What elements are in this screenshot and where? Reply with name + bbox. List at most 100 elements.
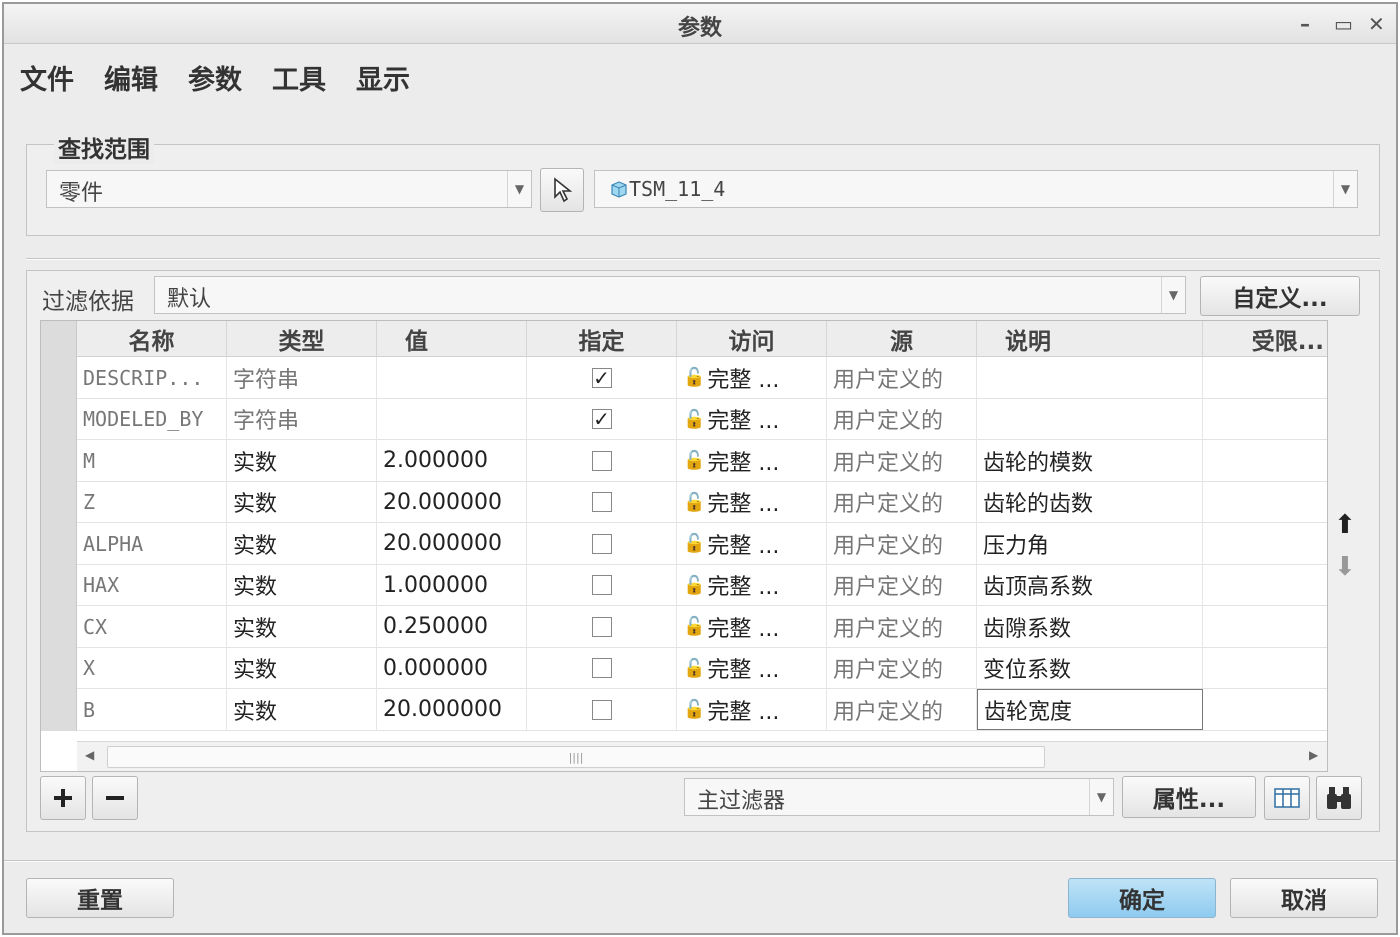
table-row[interactable]: X 实数 0.000000 🔓 完整 ... 用户定义的 变位系数 <box>77 647 1327 689</box>
cell-access[interactable]: 🔓 完整 ... <box>677 564 827 606</box>
table-row[interactable]: M 实数 2.000000 🔓 完整 ... 用户定义的 齿轮的模数 <box>77 440 1327 482</box>
reset-button[interactable]: 重置 <box>26 878 174 918</box>
table-row[interactable]: Z 实数 20.000000 🔓 完整 ... 用户定义的 齿轮的齿数 <box>77 481 1327 523</box>
cell-access[interactable]: 🔓 完整 ... <box>677 523 827 564</box>
cell-description[interactable]: 齿顶高系数 <box>977 564 1203 606</box>
cell-restricted[interactable] <box>1203 482 1327 523</box>
cell-name[interactable]: CX <box>77 606 227 647</box>
filter-select[interactable]: 默认 ▼ <box>154 276 1186 314</box>
horizontal-scrollbar[interactable]: ◀ |||| ▶ <box>77 741 1327 771</box>
menu-show[interactable]: 显示 <box>356 58 410 97</box>
cell-value[interactable] <box>377 357 527 398</box>
column-header-name[interactable]: 名称 <box>77 321 227 357</box>
column-header-source[interactable]: 源 <box>827 321 977 357</box>
cell-name[interactable]: B <box>77 689 227 730</box>
cell-restricted[interactable] <box>1203 440 1327 481</box>
column-header-restricted[interactable]: 受限... <box>1203 321 1327 357</box>
cell-value[interactable]: 1.000000 <box>377 564 527 606</box>
cell-access[interactable]: 🔓 完整 ... <box>677 689 827 730</box>
minimize-icon[interactable]: – <box>1300 12 1310 36</box>
cell-access[interactable]: 🔓 完整 ... <box>677 398 827 440</box>
designate-checkbox[interactable] <box>591 492 612 512</box>
cell-name[interactable]: M <box>77 440 227 481</box>
table-row[interactable]: HAX 实数 1.000000 🔓 完整 ... 用户定义的 齿顶高系数 <box>77 564 1327 606</box>
cancel-button[interactable]: 取消 <box>1230 878 1378 918</box>
menu-edit[interactable]: 编辑 <box>104 58 158 97</box>
cell-name[interactable]: Z <box>77 481 227 523</box>
scroll-right-icon[interactable]: ▶ <box>1309 748 1318 762</box>
add-parameter-button[interactable] <box>40 776 86 820</box>
cell-name[interactable]: X <box>77 647 227 689</box>
cell-access[interactable]: 🔓 完整 ... <box>677 357 827 398</box>
cell-name[interactable]: DESCRIP... <box>77 357 227 398</box>
cell-type[interactable]: 实数 <box>227 564 377 606</box>
table-row[interactable]: B 实数 20.000000 🔓 完整 ... 用户定义的 齿轮宽度 <box>77 689 1327 731</box>
cell-type[interactable]: 实数 <box>227 606 377 647</box>
designate-checkbox[interactable] <box>591 699 612 720</box>
menu-tools[interactable]: 工具 <box>272 58 326 97</box>
table-row[interactable]: DESCRIP... 字符串 ✓ 🔓 完整 ... 用户定义的 <box>77 357 1327 399</box>
cell-type[interactable]: 字符串 <box>227 357 377 398</box>
cell-type[interactable]: 实数 <box>227 689 377 730</box>
column-header-value[interactable]: 值 <box>377 321 527 357</box>
cell-access[interactable]: 🔓 完整 ... <box>677 481 827 523</box>
table-row[interactable]: CX 实数 0.250000 🔓 完整 ... 用户定义的 齿隙系数 <box>77 606 1327 648</box>
column-header-description[interactable]: 说明 <box>977 321 1203 357</box>
cell-description[interactable]: 变位系数 <box>977 647 1203 689</box>
cell-description[interactable]: 齿轮的齿数 <box>977 481 1203 523</box>
cell-value[interactable]: 20.000000 <box>377 481 527 523</box>
cell-type[interactable]: 实数 <box>227 523 377 564</box>
cell-name[interactable]: MODELED_BY <box>77 398 227 440</box>
cell-type[interactable]: 实数 <box>227 647 377 689</box>
cell-description[interactable]: 齿轮宽度 <box>977 689 1203 730</box>
designate-checkbox[interactable] <box>591 658 612 678</box>
cell-value[interactable]: 20.000000 <box>377 689 527 730</box>
cell-restricted[interactable] <box>1203 399 1327 440</box>
cell-type[interactable]: 字符串 <box>227 398 377 440</box>
close-icon[interactable]: ✕ <box>1368 12 1385 36</box>
cell-value[interactable]: 0.000000 <box>377 647 527 689</box>
cell-restricted[interactable] <box>1203 648 1327 689</box>
cell-restricted[interactable] <box>1203 523 1327 564</box>
cell-name[interactable]: ALPHA <box>77 523 227 564</box>
table-row[interactable]: ALPHA 实数 20.000000 🔓 完整 ... 用户定义的 压力角 <box>77 523 1327 565</box>
main-filter-select[interactable]: 主过滤器 ▼ <box>684 778 1114 816</box>
cell-restricted[interactable] <box>1203 565 1327 606</box>
columns-button[interactable] <box>1264 776 1310 820</box>
cell-name[interactable]: HAX <box>77 564 227 606</box>
designate-checkbox[interactable] <box>591 616 612 637</box>
move-up-arrow-icon[interactable]: ⬆ <box>1334 510 1356 540</box>
column-header-designate[interactable]: 指定 <box>527 321 677 357</box>
cell-restricted[interactable] <box>1203 357 1327 398</box>
ok-button[interactable]: 确定 <box>1068 878 1216 918</box>
cell-value[interactable]: 0.250000 <box>377 606 527 647</box>
scroll-thumb[interactable]: |||| <box>107 746 1045 768</box>
remove-parameter-button[interactable] <box>92 776 138 820</box>
menu-parameters[interactable]: 参数 <box>188 58 242 97</box>
cell-description[interactable]: 齿轮的模数 <box>977 440 1203 481</box>
table-row[interactable]: MODELED_BY 字符串 ✓ 🔓 完整 ... 用户定义的 <box>77 398 1327 440</box>
cell-access[interactable]: 🔓 完整 ... <box>677 647 827 689</box>
cell-value[interactable]: 20.000000 <box>377 523 527 564</box>
cell-restricted[interactable] <box>1203 689 1327 730</box>
cell-type[interactable]: 实数 <box>227 481 377 523</box>
designate-checkbox[interactable]: ✓ <box>591 407 612 431</box>
cell-description[interactable] <box>977 357 1203 398</box>
cell-access[interactable]: 🔓 完整 ... <box>677 606 827 647</box>
column-header-access[interactable]: 访问 <box>677 321 827 357</box>
cell-description[interactable] <box>977 398 1203 440</box>
move-down-arrow-icon[interactable]: ⬇ <box>1334 552 1356 582</box>
cell-access[interactable]: 🔓 完整 ... <box>677 440 827 481</box>
model-select[interactable]: TSM_11_4 ▼ <box>594 170 1358 208</box>
cell-description[interactable]: 齿隙系数 <box>977 606 1203 647</box>
properties-button[interactable]: 属性... <box>1122 776 1256 818</box>
select-model-button[interactable] <box>540 168 584 212</box>
designate-checkbox[interactable] <box>591 575 612 595</box>
designate-checkbox[interactable]: ✓ <box>591 366 612 390</box>
cell-value[interactable] <box>377 398 527 440</box>
scope-type-select[interactable]: 零件 ▼ <box>46 170 532 208</box>
cell-description[interactable]: 压力角 <box>977 523 1203 564</box>
designate-checkbox[interactable] <box>591 533 612 554</box>
menu-file[interactable]: 文件 <box>20 58 74 97</box>
scroll-left-icon[interactable]: ◀ <box>85 748 94 762</box>
